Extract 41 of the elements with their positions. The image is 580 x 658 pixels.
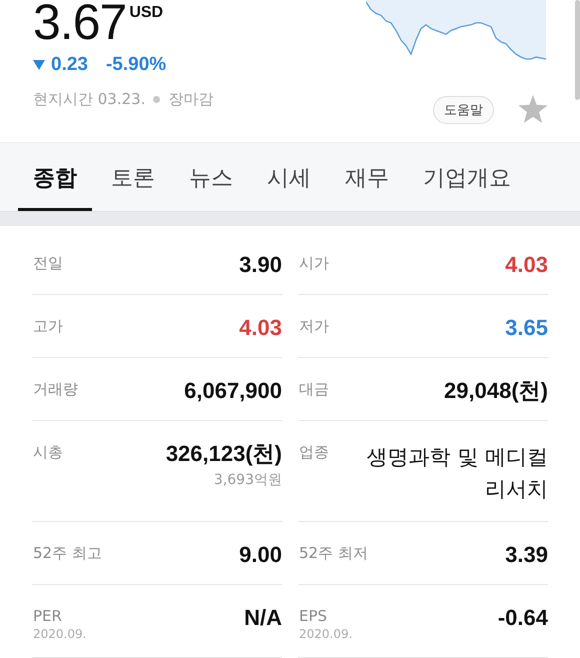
- stat-value: 29,048(천): [444, 378, 548, 404]
- stat-value: 3.90: [239, 252, 282, 278]
- stat-label: 고가: [33, 316, 63, 337]
- stat-value: 4.03: [239, 314, 282, 341]
- change-rate: -5.90%: [106, 54, 166, 76]
- help-button[interactable]: 도움말: [433, 96, 494, 124]
- stat-label: PER: [33, 606, 63, 627]
- tab[interactable]: 재무: [330, 142, 404, 212]
- tab[interactable]: 토론: [96, 142, 170, 212]
- market-status: 장마감: [168, 90, 214, 109]
- stat-label: 업종: [299, 442, 329, 463]
- price: 3.67: [33, 0, 126, 50]
- stat-label: 전일: [33, 252, 63, 274]
- stat-date: 2020.09.: [299, 626, 352, 641]
- stat-value: 생명과학 및 메디컬리서치: [366, 444, 548, 503]
- currency: USD: [129, 4, 164, 22]
- stat-label: 거래량: [33, 378, 78, 400]
- stat-label: 52주 최저: [299, 542, 368, 564]
- price-change: 0.23: [51, 54, 88, 76]
- stat-label: 대금: [299, 378, 329, 400]
- stat-label: EPS: [299, 606, 328, 627]
- tab[interactable]: 뉴스: [174, 142, 248, 212]
- stat-date: 2020.09.: [33, 626, 86, 641]
- stat-value: -0.64: [498, 604, 548, 631]
- stat-label: 52주 최고: [33, 542, 102, 564]
- tab[interactable]: 시세: [252, 142, 326, 212]
- tab[interactable]: 기업개요: [408, 142, 526, 212]
- stat-value: 6,067,900: [184, 378, 282, 404]
- stat-value: 3.65: [505, 314, 548, 341]
- stat-value: 4.03: [505, 252, 548, 278]
- stat-label: 시가: [299, 252, 329, 274]
- stat-value: 9.00: [239, 542, 282, 568]
- stat-label: 시총: [33, 442, 63, 463]
- stat-value: 3.39: [505, 542, 548, 568]
- stat-label: 저가: [299, 316, 329, 337]
- stat-value: N/A: [244, 604, 282, 631]
- local-time: 현지시간 03.23.: [33, 90, 146, 109]
- star-icon[interactable]: [518, 95, 548, 123]
- status-dot: [153, 96, 160, 103]
- stat-value: 326,123(천): [166, 440, 282, 467]
- stat-note: 3,693억원: [214, 470, 282, 489]
